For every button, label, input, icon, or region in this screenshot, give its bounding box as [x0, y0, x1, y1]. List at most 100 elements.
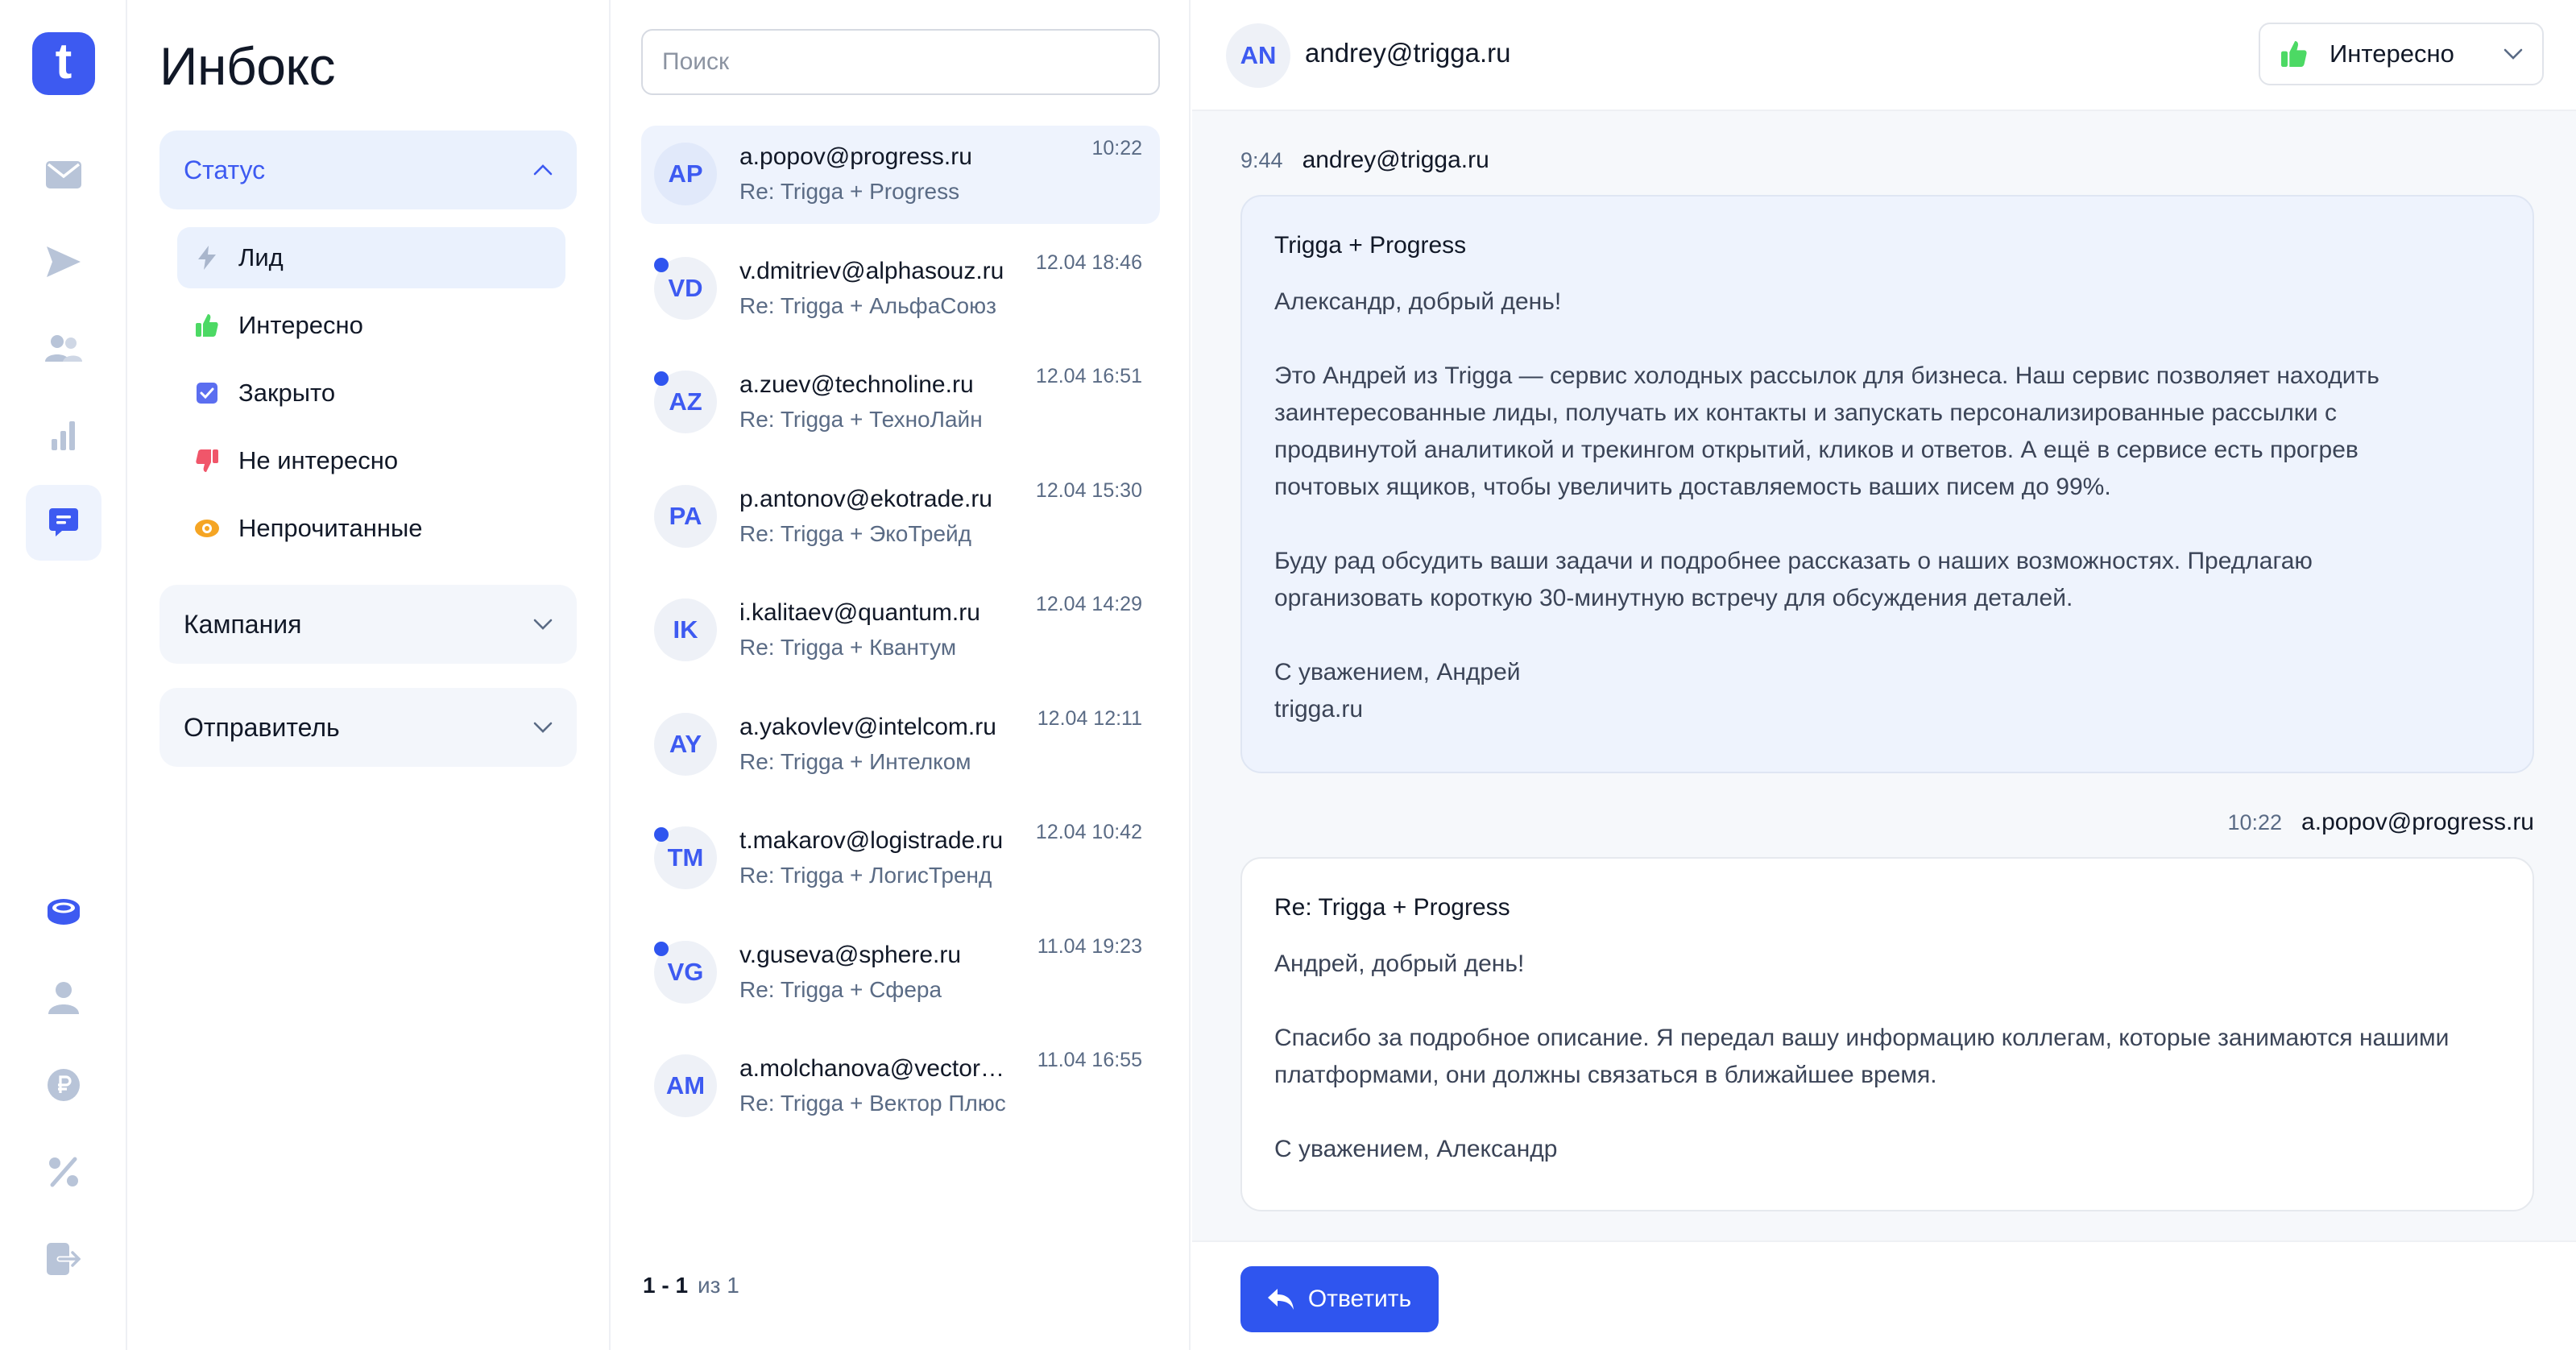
nav-inbox[interactable] [26, 485, 101, 561]
row-email: v.guseva@sphere.ru [739, 941, 962, 968]
conversation-email: andrey@trigga.ru [1305, 38, 1511, 68]
reply-button-label: Ответить [1307, 1286, 1412, 1312]
pagination-range: 1 - 1 [643, 1273, 689, 1298]
pagination: 1 - 1 из 1 [643, 1273, 739, 1298]
nav-mail[interactable] [26, 137, 101, 213]
checkbox-icon [197, 383, 217, 404]
chat-icon [49, 508, 78, 536]
message-line: Андрей, добрый день! [1274, 950, 1525, 977]
message-sender: andrey@trigga.ru [1302, 147, 1489, 173]
pagination-total: из 1 [698, 1273, 739, 1298]
message-row[interactable]: TM t.makarov@logistrade.ru Re: Trigga + Ло… [641, 810, 1160, 908]
row-subject: Re: Trigga + Квантум [739, 635, 957, 660]
logo-letter: t [55, 34, 72, 89]
message-subject: Trigga + Progress [1274, 232, 1467, 259]
message-line: trigga.ru [1274, 696, 1364, 723]
logout-icon [47, 1243, 81, 1275]
row-email: a.molchanova@vector-plus.ru [739, 1055, 1005, 1082]
row-time: 12.04 16:51 [1035, 365, 1142, 387]
message-body: Александр, добрый день! Это Андрей из Tri… [1274, 284, 2500, 728]
message-line: С уважением, Андрей [1274, 659, 1521, 685]
row-time: 10:22 [1091, 137, 1142, 159]
chevron-up-icon [533, 164, 553, 176]
nav-payments[interactable] [26, 1047, 101, 1123]
status-filter-interesting[interactable]: Интересно [177, 295, 565, 356]
message-row[interactable]: IK i.kalitaev@quantum.ru Re: Trigga + Кван… [641, 582, 1160, 680]
status-filter-unread[interactable]: Непрочитанные [177, 498, 565, 559]
trigga-logo[interactable]: t [32, 32, 95, 95]
chevron-down-icon [533, 619, 553, 630]
unread-dot [654, 371, 669, 386]
unread-dot [654, 257, 669, 272]
sender-accordion[interactable]: Отправитель [159, 688, 577, 767]
users-icon [45, 335, 82, 362]
row-time: 11.04 19:23 [1037, 934, 1142, 958]
row-email: a.zuev@technoline.ru [739, 371, 974, 398]
nav-logout[interactable] [26, 1221, 101, 1297]
avatar: PA [654, 484, 717, 548]
message-line: Александр, добрый день! [1274, 288, 1562, 315]
row-subject: Re: Trigga + Сфера [739, 976, 942, 1002]
nav-profile[interactable] [26, 960, 101, 1036]
nav-send[interactable] [26, 224, 101, 300]
eye-icon [195, 520, 219, 537]
status-filter-label: Лид [238, 243, 284, 271]
mail-icon [46, 161, 81, 188]
page-title: Инбокс [159, 36, 336, 96]
message-row[interactable]: AM a.molchanova@vector-plus.ru Re: Trigga … [641, 1037, 1160, 1136]
campaign-accordion[interactable]: Кампания [159, 585, 577, 664]
avatar: AP [654, 143, 717, 205]
status-filter-label: Закрыто [238, 379, 336, 407]
status-filter-closed[interactable]: Закрыто [177, 362, 565, 424]
campaign-accordion-label: Кампания [184, 609, 302, 639]
profile-icon [48, 982, 79, 1014]
reply-button[interactable]: Ответить [1240, 1266, 1439, 1332]
row-time: 12.04 12:11 [1037, 706, 1142, 730]
status-filter-label: Интересно [238, 311, 363, 339]
row-subject: Re: Trigga + Progress [739, 179, 960, 204]
percent-icon [49, 1157, 78, 1187]
thumbs-up-icon [2281, 41, 2307, 67]
nav-analytics[interactable] [26, 398, 101, 474]
nav-users[interactable] [26, 311, 101, 387]
status-accordion[interactable]: Статус [159, 130, 577, 209]
message-row[interactable]: VG v.guseva@sphere.ru Re: Trigga + Сфера 11… [641, 924, 1160, 1022]
message-sender: a.popov@progress.ru [2301, 809, 2534, 835]
status-filter-label: Непрочитанные [238, 514, 423, 542]
row-email: p.antonov@ekotrade.ru [739, 485, 992, 512]
message-time: 9:44 [1240, 148, 1283, 172]
unread-dot [654, 827, 669, 842]
row-subject: Re: Trigga + ЛогисТренд [739, 863, 992, 888]
search-input[interactable] [641, 29, 1160, 95]
row-email: a.yakovlev@intelcom.ru [739, 713, 996, 740]
row-time: 12.04 14:29 [1035, 593, 1142, 615]
message-body: Андрей, добрый день! Спасибо за подробное… [1274, 946, 2500, 1168]
message-bubble-incoming: Re: Trigga + Progress Андрей, добрый ден… [1240, 857, 2534, 1211]
avatar: AM [654, 1054, 717, 1117]
message-subject: Re: Trigga + Progress [1274, 894, 1510, 921]
message-row[interactable]: VD v.dmitriev@alphasouz.ru Re: Trigga + Ал… [641, 240, 1160, 338]
lead-status-select[interactable]: Интересно [2259, 23, 2544, 85]
message-time: 10:22 [2227, 810, 2283, 834]
row-subject: Re: Trigga + Вектор Плюс [739, 1091, 1006, 1116]
nav-promo[interactable] [26, 1134, 101, 1210]
message-line: Это Андрей из Trigga — сервис холодных р… [1274, 362, 2379, 389]
message-line: Спасибо за подробное описание. Я передал… [1274, 1025, 2450, 1051]
reply-icon [1267, 1289, 1294, 1310]
message-row[interactable]: AY a.yakovlev@intelcom.ru Re: Trigga + Инт… [641, 696, 1160, 794]
status-filter-not-interested[interactable]: Не интересно [177, 430, 565, 491]
message-row[interactable]: PA p.antonov@ekotrade.ru Re: Trigga + ЭкоТ… [641, 468, 1160, 566]
message-row[interactable]: AZ a.zuev@technoline.ru Re: Trigga + Техно… [641, 354, 1160, 452]
message-line: платформами, они должны связаться в ближ… [1274, 1062, 1937, 1088]
message-row[interactable]: AP a.popov@progress.ru Re: Trigga + Progre… [641, 126, 1160, 224]
row-subject: Re: Trigga + ЭкоТрейд [739, 520, 971, 546]
icon-rail: t [0, 0, 127, 1350]
row-time: 11.04 16:55 [1037, 1049, 1142, 1071]
filter-sidebar: Инбокс Статус Лид Интересно Закрыто Не и… [129, 0, 611, 1350]
nav-balance[interactable] [26, 873, 101, 949]
chevron-down-icon [2504, 48, 2523, 60]
message-bubble-outgoing: Trigga + Progress Александр, добрый день… [1240, 195, 2534, 773]
status-filter-lead[interactable]: Лид [177, 227, 565, 288]
